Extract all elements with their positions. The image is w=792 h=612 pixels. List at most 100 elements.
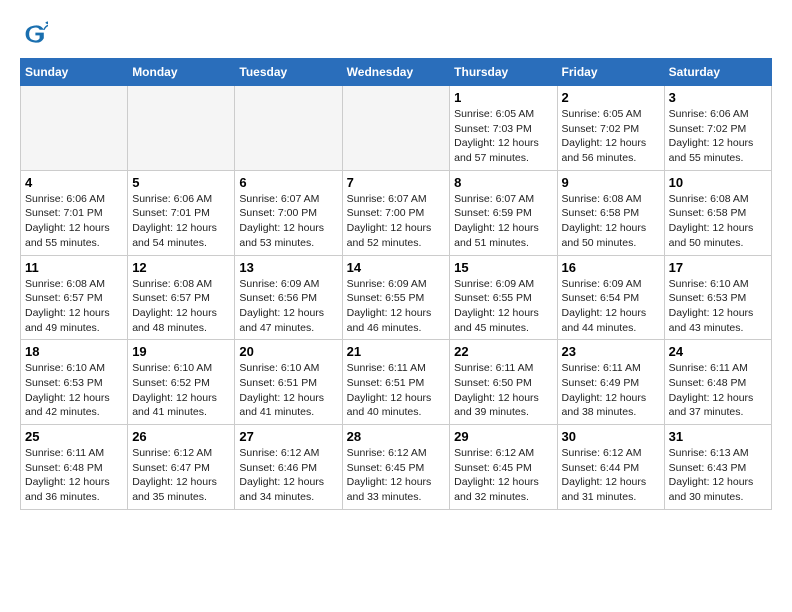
calendar-week-2: 4 Sunrise: 6:06 AM Sunset: 7:01 PM Dayli…: [21, 170, 772, 255]
day-info: Sunrise: 6:07 AM Sunset: 7:00 PM Dayligh…: [239, 192, 337, 251]
calendar-week-3: 11 Sunrise: 6:08 AM Sunset: 6:57 PM Dayl…: [21, 255, 772, 340]
day-info: Sunrise: 6:06 AM Sunset: 7:02 PM Dayligh…: [669, 107, 767, 166]
calendar-header-tuesday: Tuesday: [235, 59, 342, 86]
day-number: 10: [669, 175, 767, 190]
day-number: 5: [132, 175, 230, 190]
calendar-cell: 15 Sunrise: 6:09 AM Sunset: 6:55 PM Dayl…: [450, 255, 557, 340]
day-number: 24: [669, 344, 767, 359]
calendar-cell: [21, 86, 128, 171]
day-info: Sunrise: 6:10 AM Sunset: 6:53 PM Dayligh…: [25, 361, 123, 420]
day-info: Sunrise: 6:10 AM Sunset: 6:53 PM Dayligh…: [669, 277, 767, 336]
day-number: 20: [239, 344, 337, 359]
day-number: 16: [562, 260, 660, 275]
day-info: Sunrise: 6:08 AM Sunset: 6:58 PM Dayligh…: [562, 192, 660, 251]
day-info: Sunrise: 6:12 AM Sunset: 6:45 PM Dayligh…: [347, 446, 446, 505]
day-number: 3: [669, 90, 767, 105]
day-info: Sunrise: 6:13 AM Sunset: 6:43 PM Dayligh…: [669, 446, 767, 505]
calendar-cell: 17 Sunrise: 6:10 AM Sunset: 6:53 PM Dayl…: [664, 255, 771, 340]
day-number: 19: [132, 344, 230, 359]
calendar-week-5: 25 Sunrise: 6:11 AM Sunset: 6:48 PM Dayl…: [21, 425, 772, 510]
day-number: 22: [454, 344, 552, 359]
day-number: 25: [25, 429, 123, 444]
calendar-cell: 27 Sunrise: 6:12 AM Sunset: 6:46 PM Dayl…: [235, 425, 342, 510]
day-number: 21: [347, 344, 446, 359]
day-number: 2: [562, 90, 660, 105]
calendar-header-friday: Friday: [557, 59, 664, 86]
day-number: 15: [454, 260, 552, 275]
day-info: Sunrise: 6:11 AM Sunset: 6:50 PM Dayligh…: [454, 361, 552, 420]
day-info: Sunrise: 6:11 AM Sunset: 6:48 PM Dayligh…: [25, 446, 123, 505]
calendar-cell: 4 Sunrise: 6:06 AM Sunset: 7:01 PM Dayli…: [21, 170, 128, 255]
page-header: [20, 20, 772, 48]
calendar-cell: 11 Sunrise: 6:08 AM Sunset: 6:57 PM Dayl…: [21, 255, 128, 340]
calendar-header-sunday: Sunday: [21, 59, 128, 86]
calendar-cell: 13 Sunrise: 6:09 AM Sunset: 6:56 PM Dayl…: [235, 255, 342, 340]
day-number: 29: [454, 429, 552, 444]
calendar-table: SundayMondayTuesdayWednesdayThursdayFrid…: [20, 58, 772, 510]
day-number: 31: [669, 429, 767, 444]
calendar-cell: 20 Sunrise: 6:10 AM Sunset: 6:51 PM Dayl…: [235, 340, 342, 425]
calendar-cell: 10 Sunrise: 6:08 AM Sunset: 6:58 PM Dayl…: [664, 170, 771, 255]
day-info: Sunrise: 6:12 AM Sunset: 6:47 PM Dayligh…: [132, 446, 230, 505]
calendar-header-thursday: Thursday: [450, 59, 557, 86]
calendar-cell: [128, 86, 235, 171]
calendar-week-1: 1 Sunrise: 6:05 AM Sunset: 7:03 PM Dayli…: [21, 86, 772, 171]
calendar-cell: 31 Sunrise: 6:13 AM Sunset: 6:43 PM Dayl…: [664, 425, 771, 510]
day-info: Sunrise: 6:09 AM Sunset: 6:55 PM Dayligh…: [454, 277, 552, 336]
calendar-cell: 25 Sunrise: 6:11 AM Sunset: 6:48 PM Dayl…: [21, 425, 128, 510]
calendar-cell: 3 Sunrise: 6:06 AM Sunset: 7:02 PM Dayli…: [664, 86, 771, 171]
calendar-header-saturday: Saturday: [664, 59, 771, 86]
day-info: Sunrise: 6:08 AM Sunset: 6:57 PM Dayligh…: [132, 277, 230, 336]
day-number: 11: [25, 260, 123, 275]
day-info: Sunrise: 6:08 AM Sunset: 6:58 PM Dayligh…: [669, 192, 767, 251]
calendar-cell: 1 Sunrise: 6:05 AM Sunset: 7:03 PM Dayli…: [450, 86, 557, 171]
day-number: 9: [562, 175, 660, 190]
day-info: Sunrise: 6:06 AM Sunset: 7:01 PM Dayligh…: [132, 192, 230, 251]
day-info: Sunrise: 6:10 AM Sunset: 6:52 PM Dayligh…: [132, 361, 230, 420]
calendar-cell: 2 Sunrise: 6:05 AM Sunset: 7:02 PM Dayli…: [557, 86, 664, 171]
calendar-cell: 21 Sunrise: 6:11 AM Sunset: 6:51 PM Dayl…: [342, 340, 450, 425]
calendar-cell: 5 Sunrise: 6:06 AM Sunset: 7:01 PM Dayli…: [128, 170, 235, 255]
calendar-cell: [342, 86, 450, 171]
logo: [20, 20, 52, 48]
calendar-cell: [235, 86, 342, 171]
calendar-cell: 28 Sunrise: 6:12 AM Sunset: 6:45 PM Dayl…: [342, 425, 450, 510]
day-info: Sunrise: 6:09 AM Sunset: 6:54 PM Dayligh…: [562, 277, 660, 336]
calendar-cell: 12 Sunrise: 6:08 AM Sunset: 6:57 PM Dayl…: [128, 255, 235, 340]
day-number: 30: [562, 429, 660, 444]
day-number: 4: [25, 175, 123, 190]
day-number: 1: [454, 90, 552, 105]
calendar-cell: 16 Sunrise: 6:09 AM Sunset: 6:54 PM Dayl…: [557, 255, 664, 340]
day-number: 13: [239, 260, 337, 275]
day-info: Sunrise: 6:11 AM Sunset: 6:48 PM Dayligh…: [669, 361, 767, 420]
calendar-cell: 7 Sunrise: 6:07 AM Sunset: 7:00 PM Dayli…: [342, 170, 450, 255]
day-number: 26: [132, 429, 230, 444]
calendar-cell: 22 Sunrise: 6:11 AM Sunset: 6:50 PM Dayl…: [450, 340, 557, 425]
day-info: Sunrise: 6:05 AM Sunset: 7:02 PM Dayligh…: [562, 107, 660, 166]
calendar-header-monday: Monday: [128, 59, 235, 86]
calendar-header-wednesday: Wednesday: [342, 59, 450, 86]
calendar-cell: 29 Sunrise: 6:12 AM Sunset: 6:45 PM Dayl…: [450, 425, 557, 510]
day-number: 7: [347, 175, 446, 190]
day-info: Sunrise: 6:12 AM Sunset: 6:46 PM Dayligh…: [239, 446, 337, 505]
logo-icon: [20, 20, 48, 48]
calendar-cell: 8 Sunrise: 6:07 AM Sunset: 6:59 PM Dayli…: [450, 170, 557, 255]
day-number: 14: [347, 260, 446, 275]
calendar-cell: 9 Sunrise: 6:08 AM Sunset: 6:58 PM Dayli…: [557, 170, 664, 255]
calendar-cell: 6 Sunrise: 6:07 AM Sunset: 7:00 PM Dayli…: [235, 170, 342, 255]
day-number: 23: [562, 344, 660, 359]
day-number: 28: [347, 429, 446, 444]
day-info: Sunrise: 6:07 AM Sunset: 7:00 PM Dayligh…: [347, 192, 446, 251]
day-number: 6: [239, 175, 337, 190]
day-info: Sunrise: 6:10 AM Sunset: 6:51 PM Dayligh…: [239, 361, 337, 420]
day-info: Sunrise: 6:11 AM Sunset: 6:51 PM Dayligh…: [347, 361, 446, 420]
day-number: 17: [669, 260, 767, 275]
day-info: Sunrise: 6:08 AM Sunset: 6:57 PM Dayligh…: [25, 277, 123, 336]
calendar-cell: 18 Sunrise: 6:10 AM Sunset: 6:53 PM Dayl…: [21, 340, 128, 425]
day-info: Sunrise: 6:09 AM Sunset: 6:56 PM Dayligh…: [239, 277, 337, 336]
day-info: Sunrise: 6:05 AM Sunset: 7:03 PM Dayligh…: [454, 107, 552, 166]
day-number: 27: [239, 429, 337, 444]
day-info: Sunrise: 6:09 AM Sunset: 6:55 PM Dayligh…: [347, 277, 446, 336]
day-number: 12: [132, 260, 230, 275]
day-info: Sunrise: 6:12 AM Sunset: 6:44 PM Dayligh…: [562, 446, 660, 505]
